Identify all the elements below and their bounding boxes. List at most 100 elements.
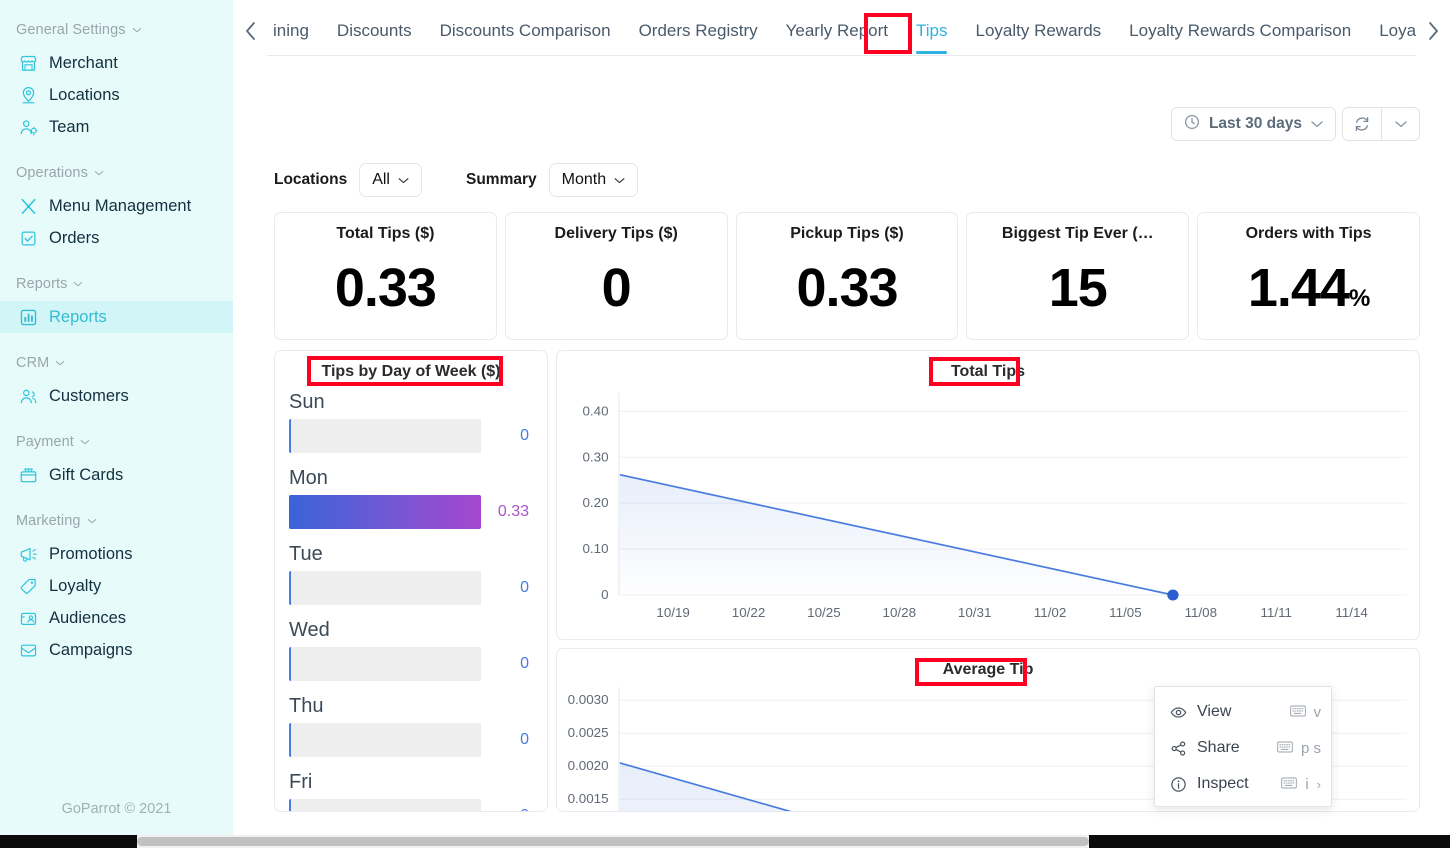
- day-of-week-row: Fri 0: [289, 771, 529, 811]
- chevron-down-icon: [132, 25, 142, 36]
- day-of-week-value: 0.33: [497, 503, 529, 520]
- x-axis-tick-label: 10/31: [958, 605, 992, 620]
- tab-loyalty-usage[interactable]: Loyalty Usage: [1365, 0, 1416, 62]
- y-axis-tick-label: 0.0025: [568, 725, 609, 740]
- sidebar-group-header-marketing[interactable]: Marketing: [0, 513, 233, 529]
- day-of-week-row: Wed 0: [289, 619, 529, 681]
- sidebar-item-gift-cards[interactable]: Gift Cards: [0, 459, 233, 491]
- kpi-card[interactable]: Delivery Tips ($) 0: [504, 212, 728, 340]
- locations-filter-select[interactable]: All: [359, 163, 422, 197]
- sidebar-item-audiences[interactable]: Audiences: [0, 602, 233, 634]
- sidebar-group-header-payment[interactable]: Payment: [0, 434, 233, 450]
- sidebar-item-label: Reports: [49, 307, 107, 326]
- x-axis-tick-label: 11/11: [1260, 605, 1292, 620]
- refresh-button[interactable]: [1343, 108, 1381, 140]
- series-end-marker[interactable]: [1167, 589, 1179, 601]
- tab-discounts-comparison[interactable]: Discounts Comparison: [426, 0, 625, 62]
- refresh-options-button[interactable]: [1381, 108, 1419, 140]
- sidebar-item-label: Locations: [49, 85, 120, 104]
- context-menu-shortcut-key: p s: [1300, 739, 1321, 757]
- total-tips-chart[interactable]: 0 0.10 0.20 0.30 0.40 10/19 10/22 10/25 10/28 10…: [557, 385, 1419, 673]
- sidebar-item-loyalty[interactable]: Loyalty: [0, 570, 233, 602]
- day-of-week-value: 0: [520, 655, 529, 672]
- kpi-title: Biggest Tip Ever (…: [1001, 225, 1154, 242]
- context-menu-item-inspect[interactable]: Inspect i ›: [1155, 766, 1331, 802]
- kpi-title: Pickup Tips ($): [790, 225, 904, 242]
- sidebar-group: CRM Customers: [0, 355, 233, 412]
- kpi-card[interactable]: Biggest Tip Ever (… 15: [966, 212, 1190, 340]
- y-axis-tick-label: 0.0020: [568, 758, 609, 773]
- day-of-week-bar-track[interactable]: [289, 419, 481, 453]
- sidebar-item-customers[interactable]: Customers: [0, 380, 233, 412]
- average-tip-title: Average Tip: [942, 661, 1034, 678]
- summary-filter-value: Month: [561, 171, 607, 188]
- day-of-week-label: Thu: [289, 695, 324, 717]
- sidebar-group: Reports Reports: [0, 276, 233, 333]
- summary-filter-select[interactable]: Month: [548, 163, 639, 197]
- kpi-card-row: Total Tips ($) 0.33 Delivery Tips ($) 0 Pick…: [233, 197, 1450, 340]
- tab-ining[interactable]: ining: [267, 0, 323, 62]
- toolbar: Last 30 days: [233, 62, 1450, 141]
- kpi-card[interactable]: Pickup Tips ($) 0.33: [735, 212, 959, 340]
- tab-loyalty-rewards[interactable]: Loyalty Rewards: [961, 0, 1115, 62]
- sidebar-footer: GoParrot © 2021: [61, 801, 172, 817]
- chevron-down-icon: [87, 516, 97, 527]
- day-of-week-bar-track[interactable]: [289, 723, 481, 757]
- scrollbar-thumb[interactable]: [137, 837, 1089, 846]
- day-of-week-value: 0: [520, 579, 529, 596]
- date-range-button[interactable]: Last 30 days: [1170, 107, 1336, 141]
- context-menu-item-partial[interactable]: [1155, 802, 1331, 806]
- chevron-right-icon[interactable]: [1416, 0, 1450, 62]
- day-of-week-bar-track[interactable]: [289, 799, 481, 811]
- kpi-value: 0: [601, 258, 632, 318]
- y-axis-tick-label: 0: [601, 587, 608, 602]
- sidebar-item-menu-management[interactable]: Menu Management: [0, 190, 233, 222]
- sidebar-group-header-operations[interactable]: Operations: [0, 165, 233, 181]
- sidebar-item-label: Gift Cards: [49, 465, 124, 484]
- kpi-value: 0.33: [334, 258, 437, 318]
- tag-icon: [19, 577, 38, 596]
- sidebar-item-label: Merchant: [49, 53, 118, 72]
- total-tips-svg: 0 0.10 0.20 0.30 0.40 10/19 10/22 10/25 10/28 10…: [582, 393, 1407, 620]
- context-menu-shortcut: v: [1289, 704, 1321, 721]
- sidebar-group-header-crm[interactable]: CRM: [0, 355, 233, 371]
- kpi-value-wrap: 0: [601, 258, 632, 318]
- kpi-card[interactable]: Orders with Tips 1.44%: [1197, 212, 1420, 340]
- sidebar-group-header-reports[interactable]: Reports: [0, 276, 233, 292]
- refresh-button-group: [1342, 107, 1420, 141]
- sidebar-item-merchant[interactable]: Merchant: [0, 47, 233, 79]
- kpi-card[interactable]: Total Tips ($) 0.33: [274, 212, 497, 340]
- keyboard-icon: [1277, 741, 1293, 756]
- sidebar-group-header-general-settings[interactable]: General Settings: [0, 22, 233, 38]
- context-menu-item-view[interactable]: View v: [1155, 694, 1331, 730]
- tab-loyalty-rewards-comparison[interactable]: Loyalty Rewards Comparison: [1115, 0, 1365, 62]
- sidebar-item-label: Team: [49, 117, 90, 136]
- info-circle-icon: [1169, 776, 1187, 793]
- summary-filter-label: Summary: [465, 171, 537, 188]
- horizontal-scrollbar[interactable]: [0, 835, 1450, 848]
- sidebar-group-label: Reports: [16, 276, 68, 292]
- sidebar-item-reports[interactable]: Reports: [0, 301, 233, 333]
- day-of-week-value: 0: [520, 427, 529, 444]
- tab-label: Loyalty Rewards: [975, 21, 1102, 40]
- tab-yearly-report[interactable]: Yearly Report: [772, 0, 902, 62]
- kpi-value-wrap: 15: [1049, 261, 1108, 315]
- tab-tips[interactable]: Tips: [902, 0, 962, 62]
- series-area: [619, 762, 789, 811]
- chevron-left-icon[interactable]: [233, 0, 267, 62]
- tabs-scroll-container[interactable]: ining Discounts Discounts Comparison Orders…: [267, 0, 1416, 62]
- tab-orders-registry[interactable]: Orders Registry: [625, 0, 772, 62]
- context-menu[interactable]: View v Share p s Inspect i ›: [1154, 686, 1332, 807]
- context-menu-item-share[interactable]: Share p s: [1155, 730, 1331, 766]
- total-tips-panel: Total Tips 0 0.10 0.20 0.30 0.40 10/19 1…: [556, 350, 1420, 640]
- sidebar-item-promotions[interactable]: Promotions: [0, 538, 233, 570]
- tab-discounts[interactable]: Discounts: [323, 0, 426, 62]
- day-of-week-bar-track[interactable]: [289, 495, 481, 529]
- day-of-week-bar-track[interactable]: [289, 647, 481, 681]
- sidebar-item-locations[interactable]: Locations: [0, 79, 233, 111]
- sidebar-item-campaigns[interactable]: Campaigns: [0, 634, 233, 666]
- sidebar-item-orders[interactable]: Orders: [0, 222, 233, 254]
- sidebar-item-team[interactable]: Team: [0, 111, 233, 143]
- day-of-week-bar-track[interactable]: [289, 571, 481, 605]
- audience-icon: [19, 609, 38, 628]
